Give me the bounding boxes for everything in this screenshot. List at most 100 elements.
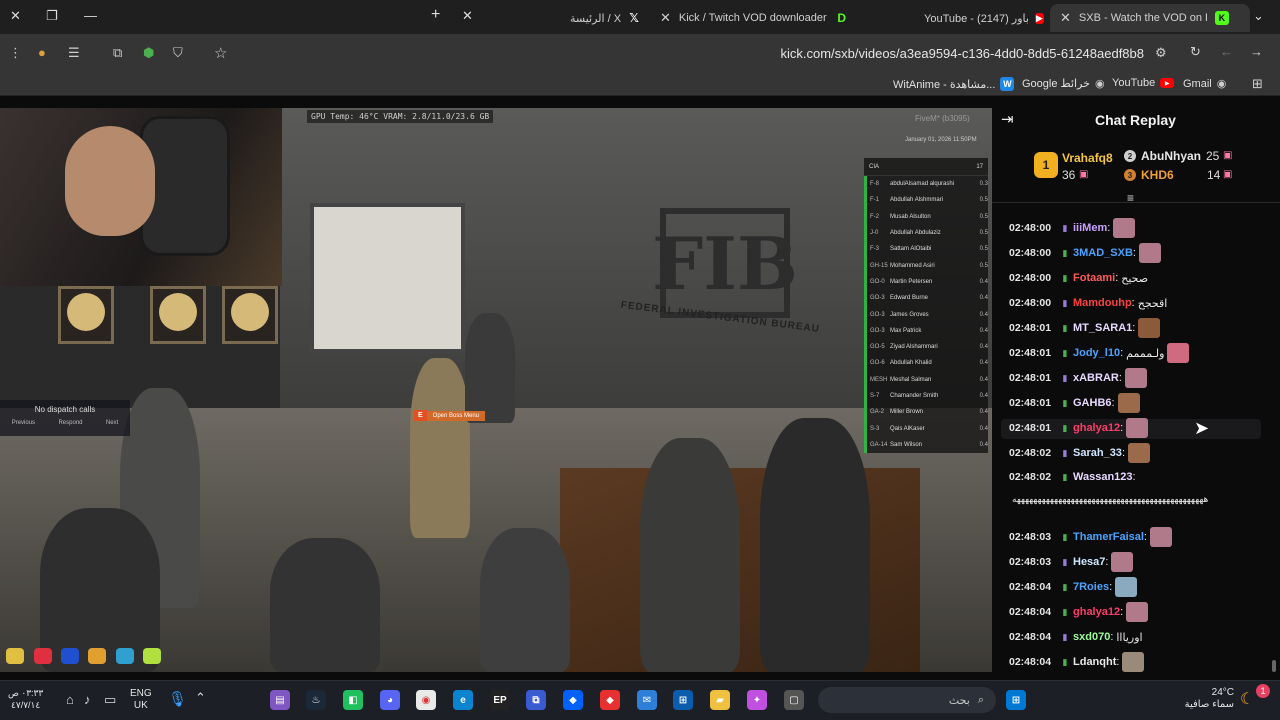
chat-username[interactable]: Ldanqht [1073,656,1116,668]
new-tab-icon[interactable]: + [431,6,440,24]
close-window-icon[interactable]: ✕ [10,8,21,24]
chat-username[interactable]: ThamerFaisal [1073,531,1144,543]
tab-close-icon[interactable]: ✕ [660,10,671,26]
chat-message[interactable]: 02:48:04 ▮ Ldanqht: [1009,652,1145,672]
display-icon[interactable]: ▭ [104,692,116,708]
file-explorer-icon[interactable]: ▰ [710,690,730,710]
chat-message[interactable]: 02:48:01 ▮ xABRAR: [1009,368,1147,388]
language-indicator[interactable]: ENG UK [130,688,152,712]
app-icon[interactable]: ⧉ [526,690,546,710]
store-icon[interactable]: ⊞ [673,690,693,710]
media-control-icon[interactable]: ☰ [68,45,80,61]
bookmark-gmail[interactable]: Gmail ◉ [1183,77,1226,91]
tab-youtube[interactable]: YouTube - باور (2147) ▶ [874,4,1044,32]
chat-username[interactable]: GAHB6 [1073,397,1112,409]
chat-message[interactable]: 02:48:02 ▮ Wassan123: ههههههههههههههههههههه… [1009,468,1259,508]
reload-icon[interactable]: ↻ [1190,44,1201,60]
chat-username[interactable]: MT_SARA1 [1073,322,1132,334]
forward-icon[interactable]: ← [1220,44,1233,59]
chat-message[interactable]: 02:48:01 ▮ Jody_l10: ولـمممم [1009,343,1190,363]
mail-icon[interactable]: ✉ [637,690,657,710]
menu-icon[interactable]: ⋮ [9,45,22,61]
vpn-icon[interactable]: ⬢ [143,45,154,61]
chat-username[interactable]: 3MAD_SXB [1073,247,1133,259]
app-icon[interactable]: ▢ [784,690,804,710]
clock[interactable]: ٠٣:٣٣ ص ٤٧/٧/١٤ [8,687,43,711]
back-icon[interactable]: → [1250,44,1263,59]
discord-icon[interactable]: ◕ [380,690,400,710]
chat-username[interactable]: Jody_l10 [1073,347,1120,359]
restore-window-icon[interactable]: ❐ [46,8,58,24]
chat-message[interactable]: 02:48:02 ▮ Sarah_33: [1009,443,1150,463]
steam-icon[interactable]: ♨ [306,690,326,710]
mouse-cursor-icon: ➤ [1194,418,1210,438]
chat-scrollbar[interactable] [1272,660,1276,672]
minimize-window-icon[interactable]: — [84,8,97,23]
hud-icon [6,648,24,664]
tab-sxb-kick[interactable]: ✕ SXB - Watch the VOD on Ki K [1050,4,1250,32]
start-windows-icon[interactable]: ⊞ [1006,690,1026,710]
chat-message[interactable]: 02:48:04 ▮ 7Roies: [1009,577,1138,597]
shield-icon[interactable]: ⛉ [173,45,183,61]
chat-timestamp: 02:48:00 [1009,222,1052,234]
tab-vod-downloader[interactable]: ✕ Kick / Twitch VOD downloader D [660,4,870,32]
chat-username[interactable]: ghalya12 [1073,422,1120,434]
weather-widget[interactable]: 24°C سماء صافية [1182,687,1234,711]
chat-username[interactable]: Mamdouhp [1073,297,1132,309]
chat-username[interactable]: Wassan123 [1073,471,1133,483]
bookmark-star-icon[interactable]: ☆ [214,44,227,62]
subscriber-badge-icon: ▮ [1062,471,1068,482]
chat-username[interactable]: ghalya12 [1073,606,1120,618]
chat-message[interactable]: 02:48:00 ▮ Mamdouhp: اقحجح [1009,293,1167,313]
chat-username[interactable]: sxd070 [1073,631,1110,643]
chat-message[interactable]: 02:48:00 ▮ 3MAD_SXB: [1009,243,1161,263]
chat-message[interactable]: 02:48:00 ▮ Fotaami: صحيح [1009,268,1148,288]
epic-games-icon[interactable]: EP [490,690,510,710]
video-player[interactable]: FIB FEDERAL INVESTIGATION BUREAU GPU Tem… [0,108,992,672]
extension-icon[interactable]: ● [38,45,46,60]
bookmark-witanime[interactable]: WitAnime - مشاهدة... W [893,77,1015,91]
url-field[interactable]: kick.com/sxb/videos/a3ea9594-c136-4dd0-8… [780,46,1144,61]
tab-close-icon[interactable]: ✕ [1060,10,1071,26]
chat-message[interactable]: 02:48:04 ▮ sxd070: اوريااا [1009,627,1143,647]
media-app-icon[interactable]: ▤ [270,690,290,710]
chat-message[interactable]: 02:48:01 ▮ ghalya12: [1009,418,1149,438]
wifi-icon[interactable]: ⌂ [66,692,74,707]
collapse-chat-icon[interactable]: ⇥ [1001,110,1014,128]
chat-username[interactable]: 7Roies [1073,581,1109,593]
copilot-icon[interactable]: ✦ [747,690,767,710]
chat-username[interactable]: iiiMem [1073,222,1107,234]
edge-icon[interactable]: e [453,690,473,710]
app-icon[interactable]: ◆ [600,690,620,710]
chat-message[interactable]: 02:48:00 ▮ iiiMem: [1009,218,1136,238]
chrome-icon[interactable]: ◉ [416,690,436,710]
chat-message[interactable]: 02:48:03 ▮ ThamerFaisal: [1009,527,1172,547]
tab-x-home[interactable]: الرئيسة / X 𝕏 [570,4,655,32]
chat-separator: : [1111,397,1115,409]
site-settings-icon[interactable]: ⚙ [1155,45,1167,61]
chat-message[interactable]: 02:48:03 ▮ Hesa7: [1009,552,1134,572]
chat-message[interactable]: 02:48:01 ▮ GAHB6: [1009,393,1140,413]
taskbar-search[interactable]: بحث ⌕ [818,687,996,713]
apps-grid-icon[interactable]: ⊞ [1252,76,1263,92]
chat-username[interactable]: xABRAR [1073,372,1119,384]
thirst-icon [116,648,134,664]
game-app-icon[interactable]: ◧ [343,690,363,710]
subscriber-badge-icon: ▮ [1062,347,1068,358]
extensions-puzzle-icon[interactable]: ⧉ [113,45,122,61]
chat-username[interactable]: Fotaami [1073,272,1115,284]
chat-username[interactable]: Sarah_33 [1073,447,1122,459]
show-hidden-icons-chevron-icon[interactable]: ⌃ [195,690,206,706]
volume-icon[interactable]: ♪ [84,692,91,707]
tab-close-icon[interactable]: ✕ [462,8,473,24]
dispatch-panel: No dispatch calls Previous Respond Next [0,400,130,436]
microphone-icon[interactable]: 🎙 [168,690,187,708]
dropbox-icon[interactable]: ◆ [563,690,583,710]
chat-username[interactable]: Hesa7 [1073,556,1105,568]
tab-search-chevron-icon[interactable]: ⌄ [1253,8,1264,24]
chat-message[interactable]: 02:48:01 ▮ MT_SARA1: [1009,318,1161,338]
bookmark-google-maps[interactable]: Google خرائط ◉ [1022,77,1105,90]
chat-message[interactable]: 02:48:04 ▮ ghalya12: [1009,602,1149,622]
bookmark-youtube[interactable]: YouTube ▶ [1112,77,1175,89]
chat-timestamp: 02:48:02 [1009,471,1052,484]
